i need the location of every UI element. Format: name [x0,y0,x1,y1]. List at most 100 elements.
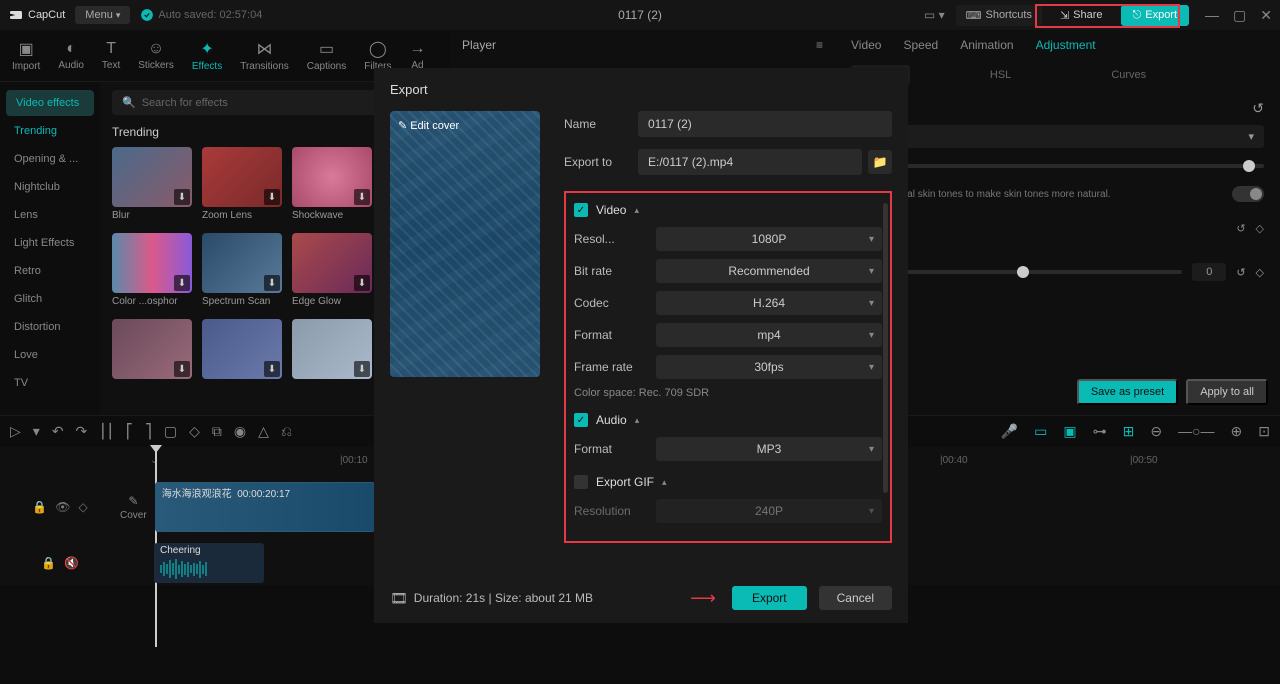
effect-thumb-shockwave[interactable]: ⬇Shockwave [292,147,372,221]
mute-icon[interactable]: ◇ [78,500,87,514]
split-icon[interactable]: ⎮⎮ [99,423,114,440]
gif-res-select[interactable]: 240P [656,499,882,523]
track-icon-1[interactable]: ▭ [1034,423,1047,440]
effect-thumb[interactable]: ⬇ [112,319,192,379]
tab-speed[interactable]: Speed [903,38,938,52]
lock-icon[interactable]: 🔒 [41,556,56,570]
edit-cover-button[interactable]: ✎ Edit cover [398,119,459,132]
caret-icon[interactable]: ▴ [634,205,639,216]
mic-icon[interactable]: 🎤 [1001,423,1018,440]
sidebar-trending[interactable]: Trending [0,118,100,144]
export-button-top[interactable]: ⎋ Export [1121,5,1190,26]
sidebar-love[interactable]: Love [0,342,100,368]
gif-checkbox[interactable] [574,475,588,489]
split-left-icon[interactable]: ⎡ [126,423,133,440]
export-preview-cover[interactable]: ✎ Edit cover [390,111,540,377]
folder-button[interactable]: 📁 [868,150,892,174]
audio-format-select[interactable]: MP3 [656,437,882,461]
reset-icon[interactable]: ↺ [1252,100,1264,117]
sidebar-opening[interactable]: Opening & ... [0,146,100,172]
subtab-hsl[interactable]: HSL [990,69,1011,81]
maximize-button[interactable]: ▢ [1233,7,1246,24]
save-preset-button[interactable]: Save as preset [1077,379,1178,405]
sidebar-retro[interactable]: Retro [0,258,100,284]
caret-icon[interactable]: ▴ [635,415,640,426]
scrollbar[interactable] [883,203,888,493]
bitrate-select[interactable]: Recommended [656,259,882,283]
player-menu-icon[interactable]: ≡ [816,38,823,52]
tool-import[interactable]: ▣Import [12,39,40,72]
track-icon-2[interactable]: ▣ [1063,423,1076,440]
share-button[interactable]: ⇲ Share [1050,5,1113,26]
mirror-icon[interactable]: △ [258,423,269,440]
lut-select[interactable]: None▾ [851,125,1264,148]
effect-thumb[interactable]: ⬇ [202,319,282,379]
tab-adjustment[interactable]: Adjustment [1036,38,1096,52]
eye-icon[interactable]: 👁 [55,500,70,514]
apply-all-button[interactable]: Apply to all [1186,379,1268,405]
diamond-icon[interactable]: ◇ [1256,266,1264,279]
tab-video[interactable]: Video [851,38,881,52]
reset-icon[interactable]: ↺ [1236,266,1245,279]
video-clip[interactable]: 海水海浪观浪花 00:00:20:17 [155,482,375,532]
reverse-icon[interactable]: ◉ [234,423,246,440]
skin-toggle[interactable] [1232,186,1264,202]
lock-icon[interactable]: 🔒 [32,500,47,514]
close-button[interactable]: ✕ [1260,7,1272,24]
pointer-icon[interactable]: ▷ [10,423,21,440]
audio-checkbox[interactable]: ✓ [574,413,588,427]
menu-button[interactable]: Menu▾ [75,6,130,24]
shortcuts-button[interactable]: ⌨ Shortcuts [956,5,1042,26]
mute-icon[interactable]: 🔇 [64,556,79,570]
aspect-ratio-button[interactable]: ▭ ▾ [921,5,948,25]
track-icon-3[interactable]: ⊞ [1123,423,1135,440]
freeze-icon[interactable]: ⧉ [212,423,222,440]
sidebar-distortion[interactable]: Distortion [0,314,100,340]
tool-captions[interactable]: ▭Captions [307,39,346,72]
split-right-icon[interactable]: ⎤ [145,423,152,440]
cover-icon[interactable]: ✎ [128,494,138,508]
crop-icon[interactable]: ◇ [189,423,200,440]
delete-icon[interactable]: ▢ [164,423,177,440]
chevron-down-icon[interactable]: ▾ [33,423,40,440]
codec-select[interactable]: H.264 [656,291,882,315]
exportto-input[interactable] [638,149,862,175]
effect-thumb-edgeglow[interactable]: ⬇Edge Glow [292,233,372,307]
effect-thumb-spectrum[interactable]: ⬇Spectrum Scan [202,233,282,307]
framerate-select[interactable]: 30fps [656,355,882,379]
zoom-slider[interactable]: —○— [1178,423,1214,440]
resolution-select[interactable]: 1080P [656,227,882,251]
zoom-out-icon[interactable]: ⊖ [1150,423,1162,440]
name-input[interactable] [638,111,892,137]
zoom-in-icon[interactable]: ⊕ [1231,423,1243,440]
tool-stickers[interactable]: ☺Stickers [138,40,174,71]
caret-icon[interactable]: ▴ [662,477,667,488]
audio-clip[interactable]: Cheering [154,543,264,583]
tool-audio[interactable]: ◐Audio [58,40,84,71]
video-checkbox[interactable]: ✓ [574,203,588,217]
tab-animation[interactable]: Animation [960,38,1013,52]
sidebar-tv[interactable]: TV [0,370,100,396]
tool-effects[interactable]: ✦Effects [192,39,222,72]
sidebar-nightclub[interactable]: Nightclub [0,174,100,200]
cancel-button[interactable]: Cancel [819,586,892,610]
link-icon[interactable]: ⊶ [1093,423,1107,440]
diamond-icon[interactable]: ◇ [1256,222,1264,235]
subtab-curves[interactable]: Curves [1111,69,1146,81]
export-confirm-button[interactable]: Export [732,586,807,610]
undo-icon[interactable]: ↶ [52,423,64,440]
tool-adjust[interactable]: →Ad [409,40,425,71]
minimize-button[interactable]: — [1205,7,1219,24]
tool-transitions[interactable]: ⋈Transitions [240,39,289,72]
redo-icon[interactable]: ↷ [76,423,88,440]
sidebar-lens[interactable]: Lens [0,202,100,228]
effect-thumb-zoom[interactable]: ⬇Zoom Lens [202,147,282,221]
sidebar-video-effects[interactable]: Video effects [6,90,94,116]
effect-thumb-phosphor[interactable]: ⬇Color ...osphor [112,233,192,307]
sidebar-lighteffects[interactable]: Light Effects [0,230,100,256]
tool-text[interactable]: TText [102,40,120,71]
sidebar-glitch[interactable]: Glitch [0,286,100,312]
effect-thumb[interactable]: ⬇ [292,319,372,379]
effect-thumb-blur[interactable]: ⬇Blur [112,147,192,221]
format-select[interactable]: mp4 [656,323,882,347]
